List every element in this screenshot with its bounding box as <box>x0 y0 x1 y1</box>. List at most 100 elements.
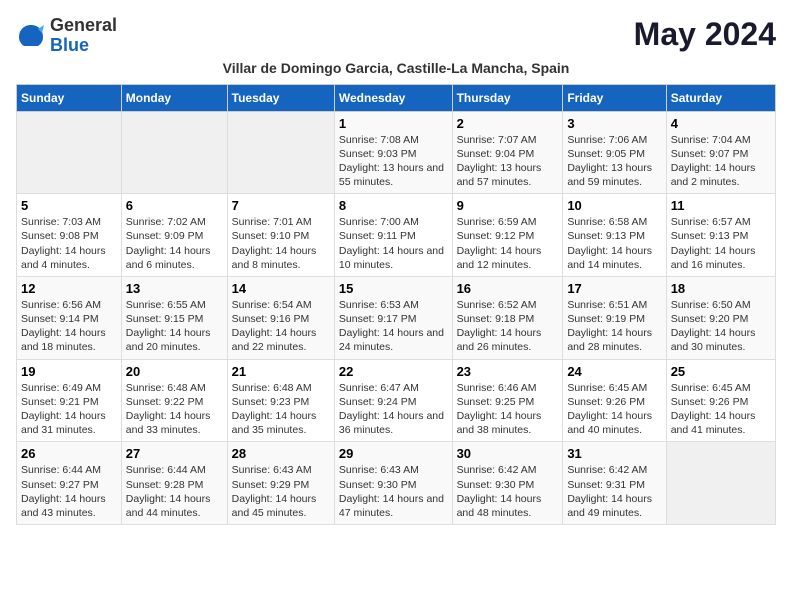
logo-general: General <box>50 16 117 36</box>
calendar-cell: 17 Sunrise: 6:51 AMSunset: 9:19 PMDayligh… <box>563 276 666 359</box>
day-info: Sunrise: 7:03 AMSunset: 9:08 PMDaylight:… <box>21 215 117 272</box>
day-info: Sunrise: 6:57 AMSunset: 9:13 PMDaylight:… <box>671 215 771 272</box>
day-number: 28 <box>232 446 330 461</box>
calendar-cell: 13 Sunrise: 6:55 AMSunset: 9:15 PMDayligh… <box>121 276 227 359</box>
calendar-cell: 5 Sunrise: 7:03 AMSunset: 9:08 PMDaylight… <box>17 194 122 277</box>
day-info: Sunrise: 6:51 AMSunset: 9:19 PMDaylight:… <box>567 298 661 355</box>
day-number: 17 <box>567 281 661 296</box>
calendar-cell: 15Sunrise: 6:53 AMSunset: 9:17 PMDayligh… <box>334 276 452 359</box>
day-info: Sunrise: 6:58 AMSunset: 9:13 PMDaylight:… <box>567 215 661 272</box>
calendar-cell: 10 Sunrise: 6:58 AMSunset: 9:13 PMDayligh… <box>563 194 666 277</box>
day-number: 29 <box>339 446 448 461</box>
day-number: 13 <box>126 281 223 296</box>
logo-text: General Blue <box>50 16 117 56</box>
week-row-5: 26 Sunrise: 6:44 AMSunset: 9:27 PMDayligh… <box>17 442 776 525</box>
day-number: 31 <box>567 446 661 461</box>
day-number: 26 <box>21 446 117 461</box>
calendar-cell: 1Sunrise: 7:08 AMSunset: 9:03 PMDaylight… <box>334 111 452 194</box>
calendar-cell: 12 Sunrise: 6:56 AMSunset: 9:14 PMDayligh… <box>17 276 122 359</box>
day-info: Sunrise: 6:53 AMSunset: 9:17 PMDaylight:… <box>339 298 448 355</box>
day-number: 18 <box>671 281 771 296</box>
day-number: 12 <box>21 281 117 296</box>
day-info: Sunrise: 6:55 AMSunset: 9:15 PMDaylight:… <box>126 298 223 355</box>
calendar-cell: 18 Sunrise: 6:50 AMSunset: 9:20 PMDayligh… <box>666 276 775 359</box>
day-info: Sunrise: 6:49 AMSunset: 9:21 PMDaylight:… <box>21 381 117 438</box>
day-info: Sunrise: 6:42 AMSunset: 9:30 PMDaylight:… <box>457 463 559 520</box>
day-number: 23 <box>457 364 559 379</box>
day-number: 7 <box>232 198 330 213</box>
calendar-cell: 25 Sunrise: 6:45 AMSunset: 9:26 PMDayligh… <box>666 359 775 442</box>
calendar-table: SundayMondayTuesdayWednesdayThursdayFrid… <box>16 84 776 525</box>
day-info: Sunrise: 6:48 AMSunset: 9:23 PMDaylight:… <box>232 381 330 438</box>
day-number: 21 <box>232 364 330 379</box>
header-day-sunday: Sunday <box>17 84 122 111</box>
day-info: Sunrise: 7:00 AMSunset: 9:11 PMDaylight:… <box>339 215 448 272</box>
day-number: 4 <box>671 116 771 131</box>
calendar-cell: 9Sunrise: 6:59 AMSunset: 9:12 PMDaylight… <box>452 194 563 277</box>
day-info: Sunrise: 6:48 AMSunset: 9:22 PMDaylight:… <box>126 381 223 438</box>
day-number: 27 <box>126 446 223 461</box>
day-number: 20 <box>126 364 223 379</box>
page-subtitle: Villar de Domingo Garcia, Castille-La Ma… <box>16 60 776 76</box>
day-info: Sunrise: 6:47 AMSunset: 9:24 PMDaylight:… <box>339 381 448 438</box>
calendar-cell: 4Sunrise: 7:04 AMSunset: 9:07 PMDaylight… <box>666 111 775 194</box>
calendar-cell <box>227 111 334 194</box>
logo: General Blue <box>16 16 117 56</box>
calendar-header: SundayMondayTuesdayWednesdayThursdayFrid… <box>17 84 776 111</box>
day-number: 9 <box>457 198 559 213</box>
calendar-cell <box>666 442 775 525</box>
calendar-cell: 28Sunrise: 6:43 AMSunset: 9:29 PMDayligh… <box>227 442 334 525</box>
header-day-monday: Monday <box>121 84 227 111</box>
day-number: 10 <box>567 198 661 213</box>
day-info: Sunrise: 7:01 AMSunset: 9:10 PMDaylight:… <box>232 215 330 272</box>
header-day-saturday: Saturday <box>666 84 775 111</box>
calendar-cell: 14 Sunrise: 6:54 AMSunset: 9:16 PMDayligh… <box>227 276 334 359</box>
logo-blue: Blue <box>50 36 117 56</box>
day-number: 25 <box>671 364 771 379</box>
day-info: Sunrise: 6:56 AMSunset: 9:14 PMDaylight:… <box>21 298 117 355</box>
week-row-1: 1Sunrise: 7:08 AMSunset: 9:03 PMDaylight… <box>17 111 776 194</box>
calendar-cell: 16Sunrise: 6:52 AMSunset: 9:18 PMDayligh… <box>452 276 563 359</box>
calendar-cell: 11Sunrise: 6:57 AMSunset: 9:13 PMDayligh… <box>666 194 775 277</box>
calendar-cell: 21 Sunrise: 6:48 AMSunset: 9:23 PMDayligh… <box>227 359 334 442</box>
day-info: Sunrise: 6:44 AMSunset: 9:27 PMDaylight:… <box>21 463 117 520</box>
calendar-cell: 31 Sunrise: 6:42 AMSunset: 9:31 PMDayligh… <box>563 442 666 525</box>
calendar-cell: 7 Sunrise: 7:01 AMSunset: 9:10 PMDaylight… <box>227 194 334 277</box>
week-row-4: 19Sunrise: 6:49 AMSunset: 9:21 PMDayligh… <box>17 359 776 442</box>
day-number: 14 <box>232 281 330 296</box>
day-number: 3 <box>567 116 661 131</box>
day-info: Sunrise: 6:44 AMSunset: 9:28 PMDaylight:… <box>126 463 223 520</box>
calendar-cell: 27 Sunrise: 6:44 AMSunset: 9:28 PMDayligh… <box>121 442 227 525</box>
calendar-cell: 24Sunrise: 6:45 AMSunset: 9:26 PMDayligh… <box>563 359 666 442</box>
calendar-cell: 30 Sunrise: 6:42 AMSunset: 9:30 PMDayligh… <box>452 442 563 525</box>
day-number: 24 <box>567 364 661 379</box>
calendar-cell <box>17 111 122 194</box>
header-day-friday: Friday <box>563 84 666 111</box>
day-number: 30 <box>457 446 559 461</box>
day-number: 22 <box>339 364 448 379</box>
page-title: May 2024 <box>634 16 776 53</box>
day-info: Sunrise: 6:54 AMSunset: 9:16 PMDaylight:… <box>232 298 330 355</box>
calendar-body: 1Sunrise: 7:08 AMSunset: 9:03 PMDaylight… <box>17 111 776 524</box>
day-info: Sunrise: 6:43 AMSunset: 9:30 PMDaylight:… <box>339 463 448 520</box>
header-day-thursday: Thursday <box>452 84 563 111</box>
calendar-cell <box>121 111 227 194</box>
logo-icon <box>16 21 46 51</box>
week-row-3: 12 Sunrise: 6:56 AMSunset: 9:14 PMDayligh… <box>17 276 776 359</box>
day-info: Sunrise: 6:45 AMSunset: 9:26 PMDaylight:… <box>671 381 771 438</box>
day-number: 1 <box>339 116 448 131</box>
calendar-cell: 23Sunrise: 6:46 AMSunset: 9:25 PMDayligh… <box>452 359 563 442</box>
day-number: 5 <box>21 198 117 213</box>
day-info: Sunrise: 7:06 AMSunset: 9:05 PMDaylight:… <box>567 133 661 190</box>
day-info: Sunrise: 6:50 AMSunset: 9:20 PMDaylight:… <box>671 298 771 355</box>
header-row: SundayMondayTuesdayWednesdayThursdayFrid… <box>17 84 776 111</box>
calendar-cell: 2Sunrise: 7:07 AMSunset: 9:04 PMDaylight… <box>452 111 563 194</box>
day-info: Sunrise: 7:02 AMSunset: 9:09 PMDaylight:… <box>126 215 223 272</box>
calendar-cell: 26 Sunrise: 6:44 AMSunset: 9:27 PMDayligh… <box>17 442 122 525</box>
header-day-wednesday: Wednesday <box>334 84 452 111</box>
day-info: Sunrise: 7:07 AMSunset: 9:04 PMDaylight:… <box>457 133 559 190</box>
day-info: Sunrise: 6:42 AMSunset: 9:31 PMDaylight:… <box>567 463 661 520</box>
page-header: General Blue May 2024 <box>16 16 776 56</box>
header-day-tuesday: Tuesday <box>227 84 334 111</box>
week-row-2: 5 Sunrise: 7:03 AMSunset: 9:08 PMDaylight… <box>17 194 776 277</box>
